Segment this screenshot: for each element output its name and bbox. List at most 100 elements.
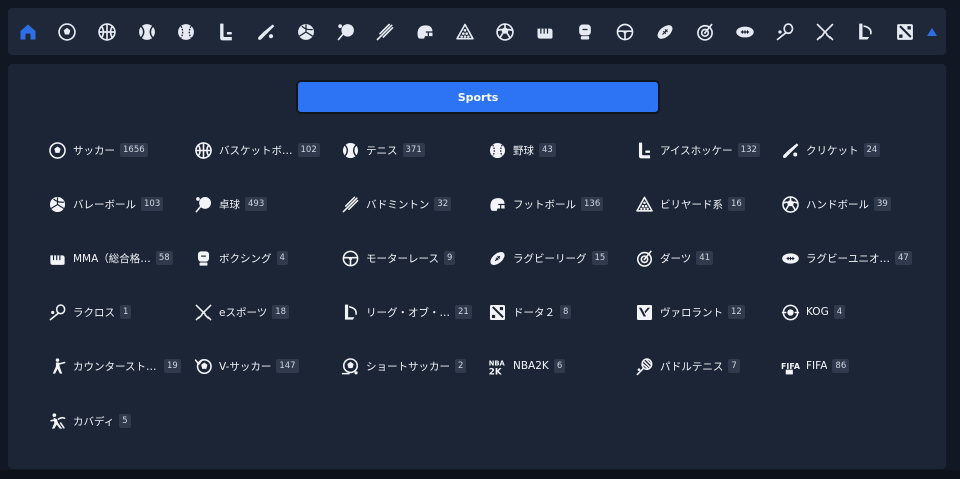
sport-label: ショートサッカー (366, 360, 450, 373)
event-count-badge: 103 (141, 197, 164, 211)
american-football-helmet-icon[interactable] (413, 20, 437, 44)
sport-item[interactable]: ビリヤード系 16 (633, 192, 745, 216)
boxing-icon-glyph (579, 24, 591, 40)
sport-item[interactable]: カバディ 5 (46, 409, 131, 433)
mma-icon (46, 247, 68, 269)
event-count-badge: 1656 (120, 143, 148, 157)
lacrosse-icon[interactable] (773, 20, 797, 44)
sport-item[interactable]: ショートサッカー 2 (339, 354, 467, 378)
billiards-icon-glyph (456, 23, 474, 40)
sport-item[interactable]: 野球 43 (486, 138, 556, 162)
event-count-badge: 5 (119, 414, 131, 428)
sport-item[interactable]: ヴァロラント 12 (633, 300, 745, 324)
rugby-union-icon-glyph (736, 26, 754, 38)
event-count-badge: 9 (443, 251, 456, 265)
sport-label: ラグビーユニオ… (806, 252, 890, 265)
sport-label: バスケットボ… (219, 144, 293, 157)
badminton-icon[interactable] (373, 20, 397, 44)
ice-hockey-icon[interactable] (214, 20, 238, 44)
sport-label: アイスホッケー (660, 144, 733, 157)
rugby-league-icon[interactable] (653, 20, 677, 44)
caret-up-icon[interactable] (926, 26, 938, 38)
event-count-badge: 58 (155, 251, 173, 265)
event-count-badge: 136 (581, 197, 604, 211)
sport-label: FIFA (806, 360, 828, 372)
esports-icon[interactable] (813, 20, 837, 44)
sports-tab-button[interactable]: Sports (296, 80, 660, 114)
rugby-union-icon[interactable] (733, 20, 757, 44)
sport-label: パドルテニス (660, 360, 724, 373)
baseball-icon[interactable] (174, 20, 198, 44)
sport-item[interactable]: KOG 4 (779, 300, 846, 324)
sport-item[interactable]: ハンドボール 39 (779, 192, 891, 216)
kog-icon (779, 301, 801, 323)
sport-item[interactable]: ボクシング 4 (192, 246, 288, 270)
event-count-badge: 39 (874, 197, 891, 211)
bottom-edge (0, 470, 960, 479)
motor-racing-icon (339, 247, 361, 269)
sport-item[interactable]: モーターレース 9 (339, 246, 456, 270)
sport-item[interactable]: ラグビーリーグ 15 (486, 246, 609, 270)
motor-racing-icon[interactable] (613, 20, 637, 44)
tennis-icon[interactable] (135, 20, 159, 44)
home-icon[interactable] (16, 20, 40, 44)
event-count-badge: 493 (245, 197, 268, 211)
event-count-badge: 43 (539, 143, 556, 157)
event-count-badge: 147 (276, 359, 299, 373)
sport-item[interactable]: テニス 371 (339, 138, 425, 162)
volleyball-icon (46, 193, 68, 215)
sport-label: フットボール (513, 198, 576, 211)
mma-icon[interactable] (533, 20, 557, 44)
sport-item[interactable]: リーグ・オブ・… 21 (339, 300, 472, 324)
volleyball-icon[interactable] (294, 20, 318, 44)
table-tennis-icon[interactable] (334, 20, 358, 44)
boxing-icon[interactable] (573, 20, 597, 44)
sport-item[interactable]: バスケットボ… 102 (192, 138, 320, 162)
sport-item[interactable]: バドミントン 32 (339, 192, 452, 216)
basketball-icon[interactable] (95, 20, 119, 44)
sport-item[interactable]: MMA（総合格… 58 (46, 246, 173, 270)
sport-item[interactable]: サッカー 1656 (46, 138, 148, 162)
darts-icon (633, 247, 655, 269)
dota2-icon[interactable] (893, 20, 917, 44)
sport-label: リーグ・オブ・… (366, 306, 450, 319)
ice-hockey-icon-glyph (220, 23, 232, 41)
event-count-badge: 16 (728, 197, 745, 211)
sport-item[interactable]: クリケット 24 (779, 138, 881, 162)
sport-item[interactable]: FIFA FIFA 86 (779, 354, 850, 378)
sport-item[interactable]: フットボール 136 (486, 192, 604, 216)
sport-item[interactable]: ドータ２ 8 (486, 300, 572, 324)
soccer-icon (46, 139, 68, 161)
sport-item[interactable]: eスポーツ 18 (192, 300, 290, 324)
soccer-icon[interactable] (55, 20, 79, 44)
sport-label: ドータ２ (513, 306, 555, 319)
svg-text:NBA: NBA (488, 359, 505, 367)
event-count-badge: 24 (863, 143, 881, 157)
sport-item[interactable]: V-サッカー 147 (192, 354, 299, 378)
sport-item[interactable]: ラクロス 1 (46, 300, 132, 324)
sport-label: KOG (806, 306, 829, 318)
short-soccer-icon (339, 355, 361, 377)
sport-label: バレーボール (73, 198, 136, 211)
sport-label: ビリヤード系 (660, 198, 723, 211)
darts-icon[interactable] (693, 20, 717, 44)
soccer-icon-glyph (58, 23, 76, 41)
sport-item[interactable]: アイスホッケー 132 (633, 138, 760, 162)
sport-label: ボクシング (219, 252, 272, 265)
sport-item[interactable]: パドルテニス 7 (633, 354, 740, 378)
sport-label: テニス (366, 144, 398, 157)
sport-item[interactable]: バレーボール 103 (46, 192, 164, 216)
sport-item[interactable]: ラグビーユニオ… 47 (779, 246, 912, 270)
cricket-icon[interactable] (254, 20, 278, 44)
billiards-icon[interactable] (453, 20, 477, 44)
cricket-icon-glyph (258, 24, 275, 40)
event-count-badge: 102 (297, 143, 320, 157)
event-count-badge: 12 (728, 305, 745, 319)
sport-item[interactable]: NBA 2K NBA2K 6 (486, 354, 566, 378)
league-of-legends-icon[interactable] (853, 20, 877, 44)
handball-icon[interactable] (493, 20, 517, 44)
sport-item[interactable]: ダーツ 41 (633, 246, 714, 270)
fifa-icon: FIFA (779, 355, 801, 377)
sport-item[interactable]: カウンターストˇ… 19 (46, 354, 181, 378)
sport-item[interactable]: 卓球 493 (192, 192, 268, 216)
